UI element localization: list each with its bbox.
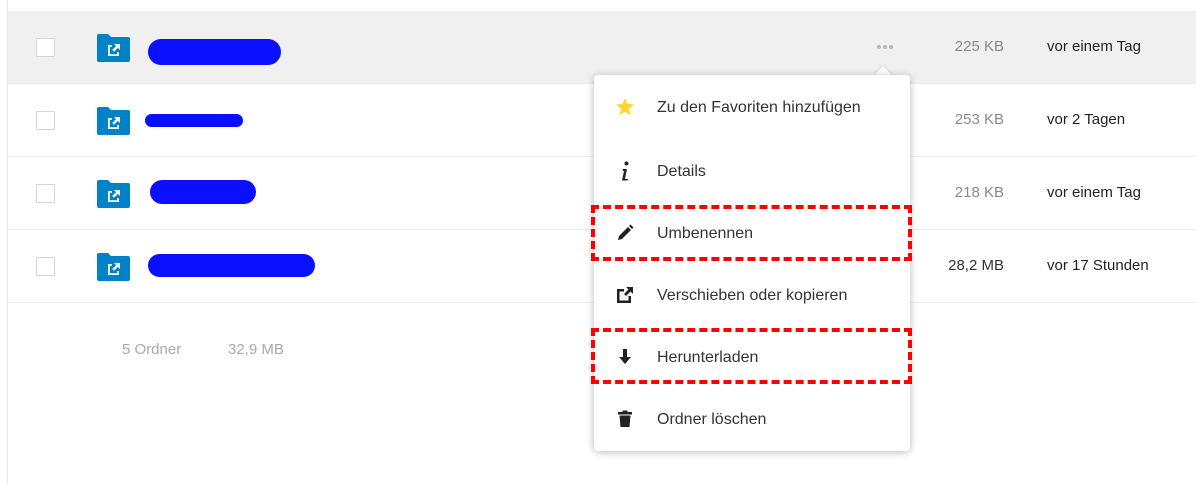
menu-item-label: Ordner löschen (657, 411, 767, 428)
shared-folder-icon[interactable] (97, 106, 130, 135)
menu-item-add-favorite[interactable]: Zu den Favoriten hinzufügen (594, 77, 910, 139)
file-actions-menu: Zu den Favoriten hinzufügen Details Umbe… (594, 75, 910, 451)
file-modified: vor einem Tag (1047, 38, 1141, 55)
row-checkbox[interactable] (36, 111, 55, 130)
menu-item-delete-folder[interactable]: Ordner löschen (594, 389, 910, 451)
file-size: 253 KB (954, 111, 1004, 128)
file-modified: vor 2 Tagen (1047, 111, 1126, 128)
menu-item-move-copy[interactable]: Verschieben oder kopieren (594, 265, 910, 327)
filename-redacted[interactable] (145, 114, 243, 127)
row-checkbox[interactable] (36, 184, 55, 203)
trash-icon (614, 408, 636, 430)
info-icon (614, 160, 636, 182)
summary-folder-count: 5 Ordner (122, 341, 182, 358)
file-row[interactable]: 225 KB vor einem Tag (8, 11, 1196, 84)
shared-folder-icon[interactable] (97, 179, 130, 208)
shared-folder-icon[interactable] (97, 252, 130, 281)
annotation-highlight-download (591, 328, 912, 384)
filename-redacted[interactable] (150, 180, 256, 204)
filename-redacted[interactable] (148, 254, 315, 277)
file-modified: vor 17 Stunden (1047, 257, 1149, 274)
annotation-highlight-rename (591, 205, 912, 261)
file-size: 28,2 MB (948, 257, 1004, 274)
menu-item-label: Zu den Favoriten hinzufügen (657, 99, 861, 116)
filename-redacted[interactable] (148, 39, 281, 65)
summary-total-size: 32,9 MB (228, 341, 284, 358)
file-size: 218 KB (954, 184, 1004, 201)
file-modified: vor einem Tag (1047, 184, 1141, 201)
menu-item-label: Verschieben oder kopieren (657, 287, 848, 304)
row-checkbox[interactable] (36, 257, 55, 276)
file-size: 225 KB (954, 38, 1004, 55)
menu-item-label: Details (657, 163, 706, 180)
shared-folder-icon[interactable] (97, 33, 130, 62)
external-link-icon (614, 284, 636, 306)
menu-item-details[interactable]: Details (594, 141, 910, 203)
star-icon (614, 96, 636, 118)
row-checkbox[interactable] (36, 38, 55, 57)
more-actions-icon[interactable] (874, 37, 896, 57)
